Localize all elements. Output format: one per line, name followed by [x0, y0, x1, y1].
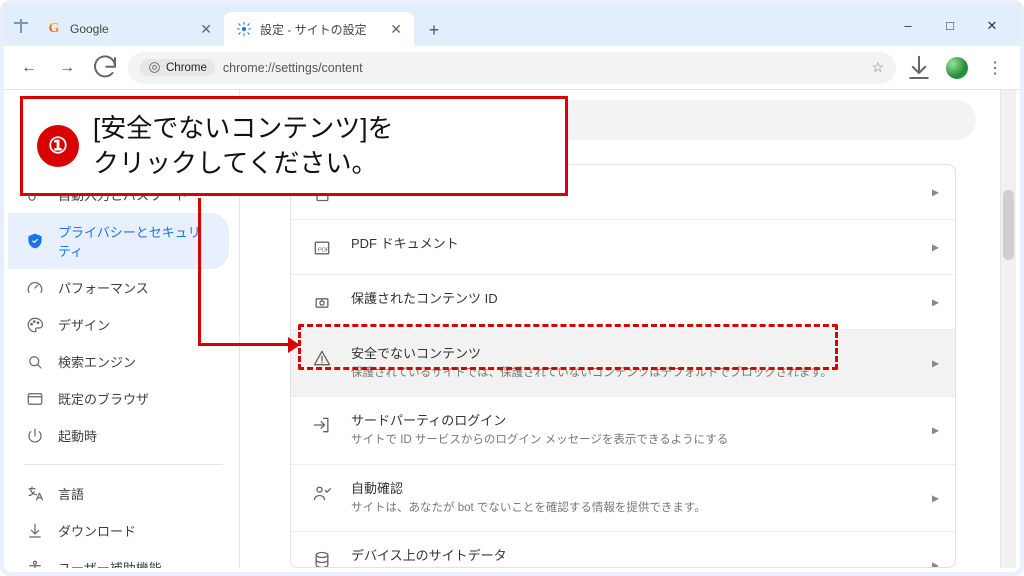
row-site-data[interactable]: デバイス上のサイトデータ サイトはデバイスにデータを保存できます ▸ [291, 531, 955, 568]
row-insecure-content[interactable]: 安全でないコンテンツ 保護されているサイトでは、保護されていないコンテンツはデフ… [291, 329, 955, 396]
window-close-button[interactable]: ✕ [978, 18, 1006, 34]
verify-icon [311, 482, 333, 504]
sidebar-item-label: プライバシーとセキュリティ [58, 222, 213, 260]
chevron-right-icon: ▸ [932, 556, 939, 568]
toolbar: ← → Chrome chrome://settings/content ☆ ⋮ [4, 46, 1020, 90]
security-chip[interactable]: Chrome [140, 59, 215, 76]
annotation-arrowhead-icon [288, 337, 300, 353]
row-title: PDF ドキュメント [351, 235, 935, 253]
sidebar-item-languages[interactable]: 言語 [8, 475, 229, 512]
google-favicon-icon: G [46, 21, 62, 37]
forward-button[interactable]: → [52, 53, 82, 83]
minimize-button[interactable]: – [894, 18, 922, 34]
browser-icon [26, 390, 44, 408]
sidebar-item-search-engine[interactable]: 検索エンジン [8, 343, 229, 380]
window-controls: – □ ✕ [894, 18, 1016, 38]
sidebar-item-default-browser[interactable]: 既定のブラウザ [8, 380, 229, 417]
row-auto-verify[interactable]: 自動確認 サイトは、あなたが bot でないことを確認する情報を提供できます。 … [291, 464, 955, 531]
palette-icon [26, 316, 44, 334]
sidebar-item-label: 検索エンジン [58, 352, 136, 371]
tab-title: 設定 - サイトの設定 [260, 21, 380, 38]
accessibility-icon [26, 559, 44, 569]
chevron-right-icon: ▸ [932, 489, 939, 506]
annotation-arrow [198, 198, 201, 346]
row-title: デバイス上のサイトデータ [351, 547, 935, 565]
maximize-button[interactable]: □ [936, 18, 964, 34]
database-icon [311, 549, 333, 568]
tabstrip: G Google ✕ 設定 - サイトの設定 ✕ + [34, 10, 448, 46]
close-icon[interactable]: ✕ [388, 21, 404, 38]
row-subtitle: 保護されているサイトでは、保護されていないコンテンツはデフォルトでブロックされま… [351, 365, 935, 381]
new-tab-button[interactable]: + [420, 16, 448, 44]
row-subtitle: サイトはデバイスにデータを保存できます [351, 567, 935, 568]
search-icon [26, 353, 44, 371]
row-subtitle: サイトは、あなたが bot でないことを確認する情報を提供できます。 [351, 500, 935, 516]
reload-button[interactable] [90, 53, 120, 83]
sidebar-item-performance[interactable]: パフォーマンス [8, 269, 229, 306]
chevron-right-icon: ▸ [932, 422, 939, 439]
row-title: 安全でないコンテンツ [351, 345, 935, 363]
row-title: サードパーティのログイン [351, 412, 935, 430]
shield-icon [26, 232, 44, 250]
row-protected-content[interactable]: 保護されたコンテンツ ID ▸ [291, 274, 955, 329]
annotation-badge: ① [37, 125, 79, 167]
scrollbar-thumb[interactable] [1003, 190, 1014, 260]
download-icon [26, 522, 44, 540]
sidebar-item-label: パフォーマンス [58, 278, 149, 297]
sidebar-item-label: ユーザー補助機能 [58, 558, 162, 568]
chrome-icon [148, 61, 161, 74]
row-subtitle: サイトで ID サービスからのログイン メッセージを表示できるようにする [351, 432, 935, 448]
row-pdf[interactable]: PDF PDF ドキュメント ▸ [291, 219, 955, 274]
sidebar-item-on-startup[interactable]: 起動時 [8, 417, 229, 454]
sidebar-item-label: ダウンロード [58, 521, 136, 540]
speed-icon [26, 279, 44, 297]
language-icon [26, 485, 44, 503]
downloads-button[interactable] [904, 53, 934, 83]
sidebar-item-label: 起動時 [58, 426, 97, 445]
tab-settings[interactable]: 設定 - サイトの設定 ✕ [224, 12, 414, 46]
sidebar-item-accessibility[interactable]: ユーザー補助機能 [8, 549, 229, 568]
pdf-icon: PDF [311, 237, 333, 259]
power-icon [26, 427, 44, 445]
back-button[interactable]: ← [14, 53, 44, 83]
bookmark-icon[interactable]: ☆ [871, 59, 884, 76]
annotation-callout: ① [安全でないコンテンツ]を クリックしてください。 [20, 96, 568, 196]
sidebar-item-label: 既定のブラウザ [58, 389, 149, 408]
sidebar-item-downloads[interactable]: ダウンロード [8, 512, 229, 549]
row-title: 保護されたコンテンツ ID [351, 290, 935, 308]
tab-google[interactable]: G Google ✕ [34, 12, 224, 46]
protected-icon [311, 292, 333, 314]
row-third-party-signin[interactable]: サードパーティのログイン サイトで ID サービスからのログイン メッセージを表… [291, 396, 955, 463]
menu-button[interactable]: ⋮ [980, 53, 1010, 83]
annotation-text: [安全でないコンテンツ]を クリックしてください。 [93, 111, 393, 181]
profile-button[interactable] [942, 53, 972, 83]
annotation-arrow [198, 343, 292, 346]
avatar-icon [946, 57, 968, 79]
annotation-text-line1: [安全でないコンテンツ]を [93, 113, 393, 143]
sidebar-separator [24, 464, 223, 465]
sidebar-item-appearance[interactable]: デザイン [8, 306, 229, 343]
address-bar[interactable]: Chrome chrome://settings/content ☆ [128, 52, 896, 84]
settings-favicon-icon [236, 21, 252, 37]
tab-title: Google [70, 22, 190, 36]
warning-icon [311, 347, 333, 369]
chevron-right-icon: ▸ [932, 294, 939, 311]
chevron-right-icon: ▸ [932, 184, 939, 201]
svg-text:PDF: PDF [318, 247, 330, 253]
chip-label: Chrome [166, 62, 207, 74]
chevron-right-icon: ▸ [932, 239, 939, 256]
close-icon[interactable]: ✕ [198, 21, 214, 38]
tab-search-icon[interactable] [14, 19, 28, 33]
annotation-text-line2: クリックしてください。 [93, 148, 377, 178]
row-title: 自動確認 [351, 480, 935, 498]
url-text: chrome://settings/content [223, 61, 363, 75]
chevron-right-icon: ▸ [932, 355, 939, 372]
titlebar: G Google ✕ 設定 - サイトの設定 ✕ + – □ ✕ [4, 4, 1020, 46]
content-settings-card: ファイル ▸ PDF PDF ドキュメント ▸ 保護されたコンテンツ ID ▸ … [290, 164, 956, 568]
sidebar-item-label: デザイン [58, 315, 110, 334]
sidebar-item-label: 言語 [58, 484, 84, 503]
sidebar-item-privacy[interactable]: プライバシーとセキュリティ [8, 213, 229, 269]
signin-icon [311, 414, 333, 436]
